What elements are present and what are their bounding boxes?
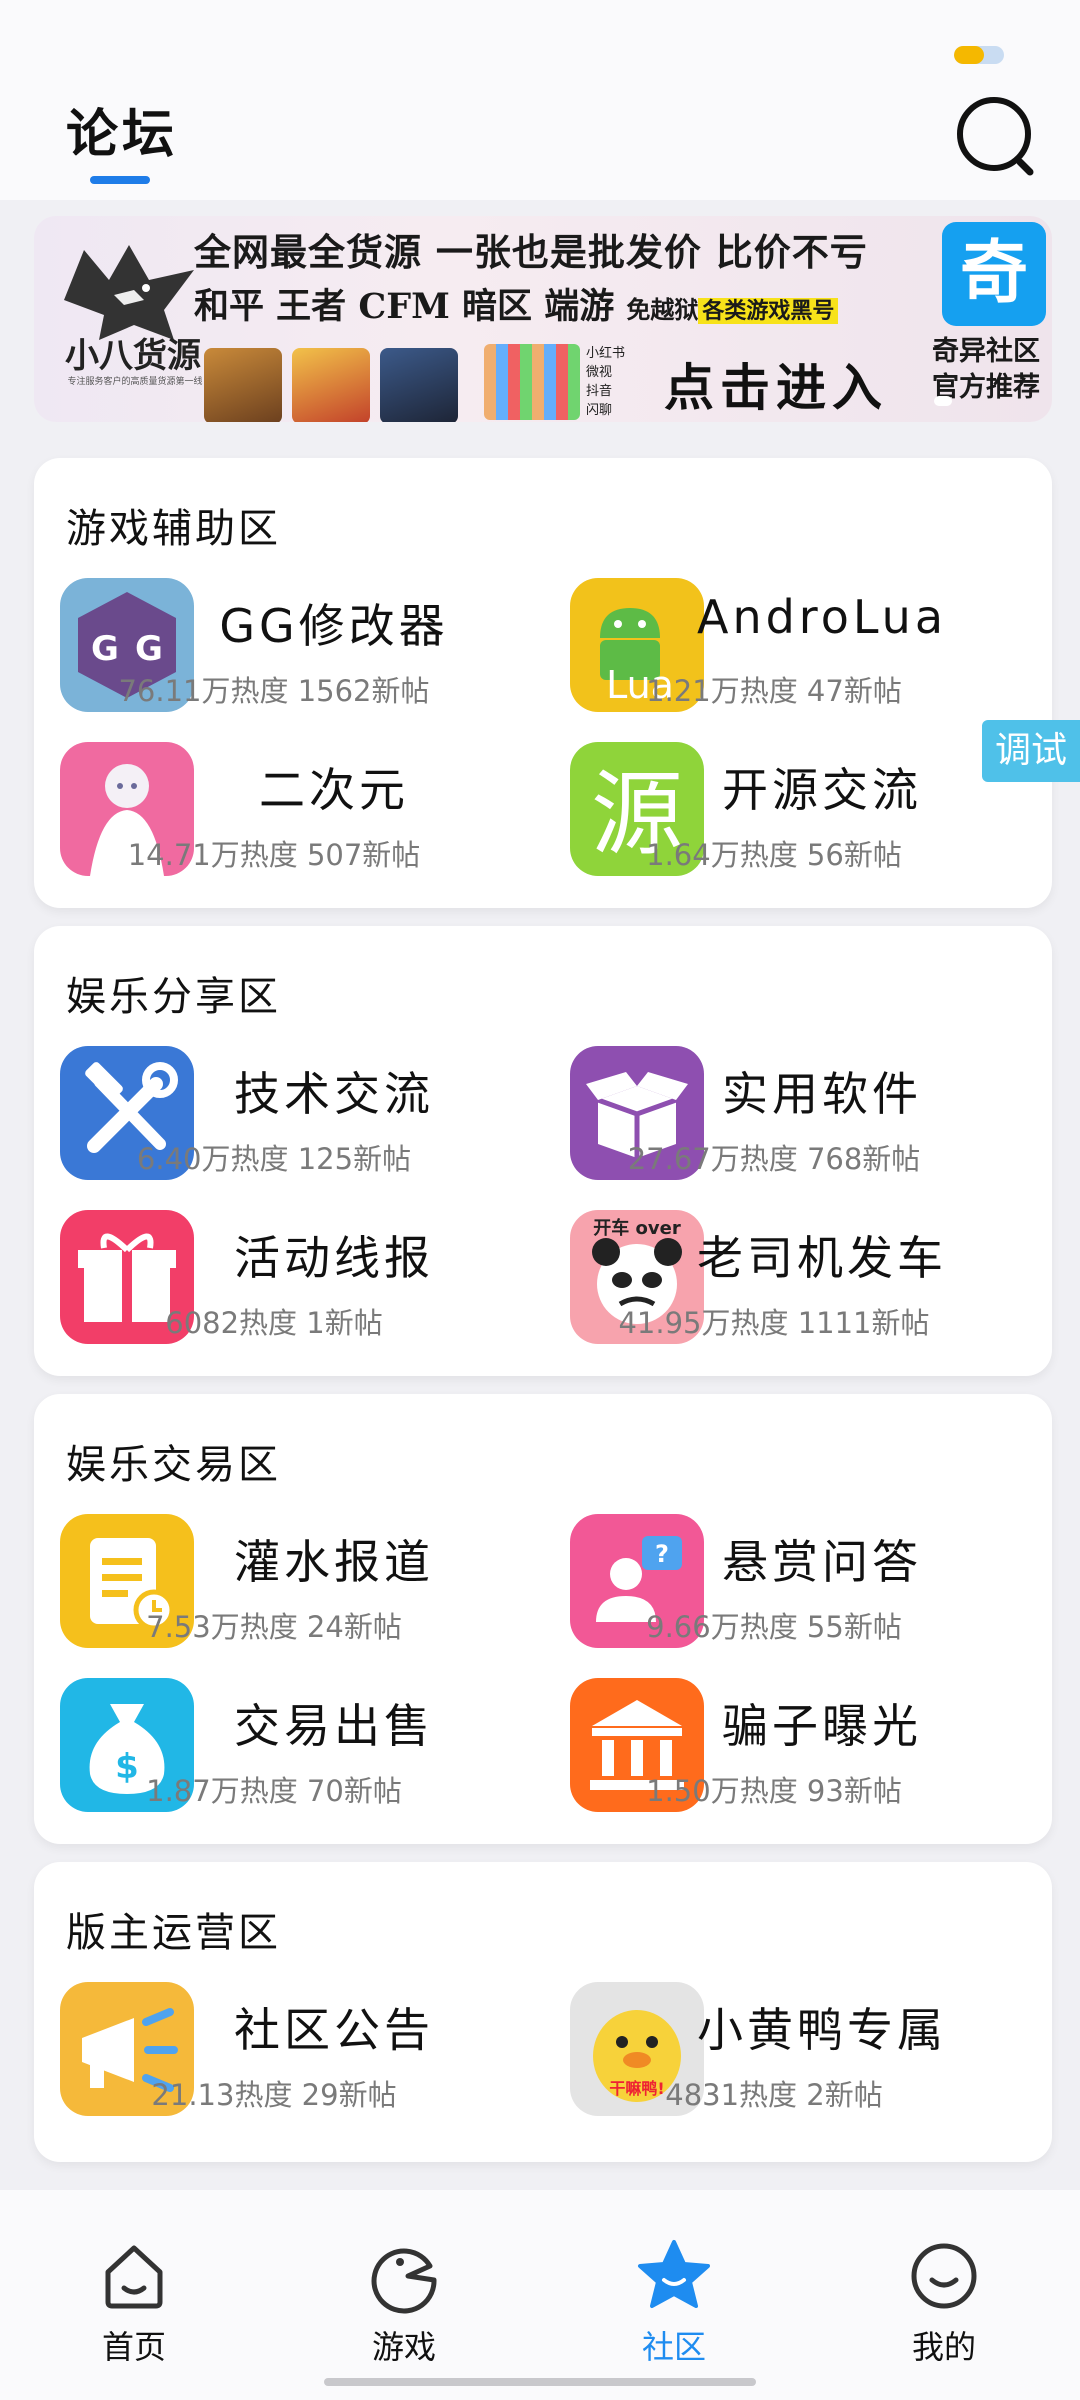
board-stats: 7.53万热度 24新帖 [146,1610,402,1644]
board-stats: 9.66万热度 55新帖 [646,1610,902,1644]
forum-board-item[interactable]: 骗子曝光 1.50万热度 93新帖 [544,1678,1044,1828]
section-title: 版主运营区 [66,1910,281,1956]
banner-shop-name: 小八货源 [65,336,201,376]
banner-games-small: 免越狱 [626,295,699,324]
section-card: 娱乐分享区技术交流 6.40万热度 125新帖 实用软件 27.67万热度 768新帖… [34,926,1052,1376]
forum-board-item[interactable]: 灌水报道 7.53万热度 24新帖 [34,1514,534,1664]
forum-board-item[interactable]: 技术交流 6.40万热度 125新帖 [34,1046,534,1196]
header: 论坛 [0,80,1080,200]
forum-board-item[interactable]: 源开源交流 1.64万热度 56新帖 [544,742,1044,892]
nav-label: 我的 [911,2328,976,2366]
profile-smile-icon [911,2243,977,2309]
section-card: 版主运营区 社区公告 21.13热度 29新帖 干嘛鸭! 小黄鸭专属 4831热度 2新帖 [34,1862,1052,2162]
board-stats: 1.21万热度 47新帖 [646,674,902,708]
status-bar [0,0,1080,80]
section-card: 游戏辅助区 G G GG修改器 76.11万热度 1562新帖 Lua AndroLua 1.… [34,458,1052,908]
banner-pager [934,396,952,406]
forum-board-item[interactable]: 二次元 14.71万热度 507新帖 [34,742,534,892]
board-stats: 27.67万热度 768新帖 [627,1142,921,1176]
nav-profile[interactable]: 我的 [874,2236,1014,2368]
board-name: GG修改器 [219,599,449,653]
board-name: 灌水报道 [234,1535,434,1589]
banner-mini-list: 小红书 微视 抖音 闪聊 [586,344,625,420]
banner-badge: 奇 [942,222,1046,326]
banner-mini-item: 微视 [586,365,613,380]
board-name: 社区公告 [234,2003,434,2057]
section-title: 娱乐交易区 [66,1442,281,1488]
game-icon [371,2248,437,2314]
search-icon[interactable] [952,92,1042,182]
board-name: 骗子曝光 [722,1699,922,1753]
debug-tab[interactable]: 调试 [982,720,1080,782]
battery-icon [954,46,1004,64]
nav-community[interactable]: 社区 [604,2236,744,2368]
game-thumb-icon [292,348,370,422]
board-name: 小黄鸭专属 [697,2003,947,2057]
board-name: 交易出售 [234,1699,434,1753]
forum-board-item[interactable]: Lua AndroLua 1.21万热度 47新帖 [544,578,1044,728]
board-name: 老司机发车 [697,1231,947,1285]
forum-board-item[interactable]: 社区公告 21.13热度 29新帖 [34,1982,534,2132]
section-card: 娱乐交易区 灌水报道 7.53万热度 24新帖? 悬赏问答 9.66万热度 55新帖 $ 交… [34,1394,1052,1844]
board-stats: 14.71万热度 507新帖 [127,838,421,872]
banner-mini-item: 抖音 [586,384,613,399]
board-stats: 1.50万热度 93新帖 [646,1774,902,1808]
board-name: 开源交流 [722,763,922,817]
nav-game[interactable]: 游戏 [334,2236,474,2368]
nav-label: 社区 [641,2328,706,2366]
board-name: AndroLua [696,590,948,644]
forum-board-item[interactable]: 实用软件 27.67万热度 768新帖 [544,1046,1044,1196]
nav-home[interactable]: 首页 [64,2236,204,2368]
board-name: 二次元 [259,763,409,817]
banner-shop-sub: 专注服务客户的高质量货源第一线 [67,377,203,387]
forum-board-item[interactable]: G G GG修改器 76.11万热度 1562新帖 [34,578,534,728]
board-name: 活动线报 [234,1231,434,1285]
banner-highlight: 各类游戏黑号 [698,298,839,324]
banner-enter[interactable]: 点击进入 [664,348,888,420]
board-name: 技术交流 [234,1067,434,1121]
banner-mini-item: 闪聊 [586,403,613,418]
banner-games-text: 和平 王者 CFM 暗区 端游 [194,286,615,327]
board-stats: 6.40万热度 125新帖 [136,1142,412,1176]
svg-text:G: G [91,629,119,669]
board-stats: 41.95万热度 1111新帖 [618,1306,930,1340]
banner-game-thumbs [204,348,458,422]
forum-board-item[interactable]: 活动线报 6082热度 1新帖 [34,1210,534,1360]
forum-board-item[interactable]: 开车 over 老司机发车 41.95万热度 1111新帖 [544,1210,1044,1360]
home-icon [105,2245,163,2309]
board-stats: 1.87万热度 70新帖 [146,1774,402,1808]
board-stats: 76.11万热度 1562新帖 [118,674,430,708]
banner-mini-item: 小红书 [586,346,626,361]
game-thumb-icon [380,348,458,422]
banner-games: 和平 王者 CFM 暗区 端游 免越狱 各类游戏黑号 [194,278,839,329]
bottom-nav: 首页 游戏 社区 我的 [0,2190,1080,2400]
board-stats: 1.64万热度 56新帖 [646,838,902,872]
forum-board-item[interactable]: ? 悬赏问答 9.66万热度 55新帖 [544,1514,1044,1664]
title-underline [90,176,150,184]
nav-label: 游戏 [371,2328,436,2366]
svg-text:G: G [135,629,163,669]
board-stats: 6082热度 1新帖 [165,1306,383,1340]
forum-board-item[interactable]: 干嘛鸭! 小黄鸭专属 4831热度 2新帖 [544,1982,1044,2132]
promo-banner[interactable]: 小八货源 专注服务客户的高质量货源第一线 全网最全货源 一张也是批发价 比价不亏… [34,216,1052,422]
banner-headline: 全网最全货源 一张也是批发价 比价不亏 [194,230,868,274]
app-grid-icon [484,344,580,420]
board-name: 实用软件 [722,1067,922,1121]
community-star-icon [638,2240,710,2308]
game-thumb-icon [204,348,282,422]
board-name: 悬赏问答 [722,1535,922,1589]
page-title[interactable]: 论坛 [66,92,178,167]
board-stats: 21.13热度 29新帖 [151,2078,397,2112]
section-title: 游戏辅助区 [66,506,281,552]
home-indicator[interactable] [324,2378,756,2386]
pager-dot [934,396,952,406]
board-stats: 4831热度 2新帖 [665,2078,883,2112]
forum-board-item[interactable]: $ 交易出售 1.87万热度 70新帖 [34,1678,534,1828]
section-title: 娱乐分享区 [66,974,281,1020]
banner-recommend-line: 奇异社区 [932,336,1040,367]
nav-label: 首页 [101,2328,166,2366]
